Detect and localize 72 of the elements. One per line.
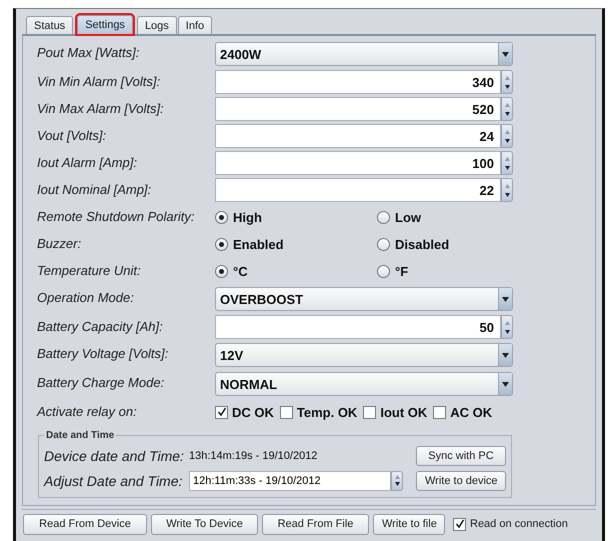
spinner-buttons[interactable] (391, 470, 403, 490)
field-label: Device date and Time: (44, 448, 185, 464)
checkbox[interactable] (453, 518, 466, 530)
field-label: Activate relay on: (37, 403, 138, 421)
number-field[interactable]: 340 (215, 70, 501, 94)
checkbox[interactable] (280, 406, 293, 418)
number-field[interactable]: 50 (215, 315, 501, 339)
dropdown[interactable]: NORMAL (215, 372, 513, 396)
spinner-buttons[interactable] (501, 124, 513, 148)
option-label: Low (395, 210, 421, 224)
checkbox-label: Read on connection (470, 518, 568, 530)
number-field[interactable]: 100 (215, 151, 501, 175)
radio-button[interactable] (215, 264, 228, 278)
spinner-buttons[interactable] (501, 97, 513, 121)
checkbox[interactable] (433, 406, 446, 418)
number-field[interactable]: 520 (215, 97, 501, 121)
option-label: Temp. OK (296, 404, 358, 420)
tab[interactable]: Status (26, 16, 74, 34)
field-label: Adjust Date and Time: (44, 472, 184, 488)
option-label: Enabled (233, 236, 284, 252)
field-label: Iout Alarm [Amp]: (37, 154, 138, 172)
option-label: Iout OK (380, 404, 428, 420)
field-label: Buzzer: (37, 235, 82, 253)
checkbox[interactable] (363, 406, 376, 418)
option-label: DC OK (232, 404, 274, 420)
sync-button[interactable]: Sync with PC (416, 446, 506, 466)
radio-button[interactable] (215, 238, 228, 250)
action-button[interactable]: Write to file (373, 514, 445, 534)
option-label: AC OK (450, 404, 492, 420)
action-button[interactable]: Write To Device (151, 514, 258, 534)
action-button[interactable]: Read From Device (23, 514, 147, 534)
field-label: Battery Capacity [Ah]: (37, 318, 164, 336)
checkbox[interactable] (215, 406, 228, 418)
tab[interactable]: Logs (136, 16, 177, 34)
radio-button[interactable] (215, 210, 228, 224)
group-title: Date and Time (45, 430, 116, 441)
field-label: Operation Mode: (37, 289, 135, 307)
field-label: Vout [Volts]: (37, 127, 108, 145)
spinner-buttons[interactable] (501, 70, 513, 94)
action-button[interactable]: Read From File (262, 514, 369, 534)
tab[interactable]: Settings (77, 15, 133, 34)
option-label: °C (233, 264, 248, 278)
caret-icon (502, 296, 509, 302)
dropdown[interactable]: 2400W (215, 42, 513, 66)
option-label: High (233, 210, 262, 224)
field-label: Battery Voltage [Volts]: (37, 345, 170, 363)
date-time-field[interactable]: 12h:11m:33s - 19/10/2012 (189, 470, 391, 490)
radio-button[interactable] (377, 264, 390, 278)
option-label: Disabled (395, 236, 450, 252)
spinner-buttons[interactable] (501, 178, 513, 202)
radio-button[interactable] (377, 210, 390, 224)
number-field[interactable]: 24 (215, 124, 501, 148)
field-label: Battery Charge Mode: (37, 374, 166, 392)
write-button[interactable]: Write to device (416, 470, 506, 490)
field-label: Pout Max [Watts]: (37, 44, 140, 62)
field-label: Temperature Unit: (37, 262, 142, 280)
field-label: Remote Shutdown Polarity: (37, 208, 196, 226)
field-label: Vin Max Alarm [Volts]: (37, 100, 165, 118)
option-label: °F (395, 264, 408, 278)
field-label: Vin Min Alarm [Volts]: (37, 73, 162, 91)
caret-icon (502, 382, 509, 386)
number-field[interactable]: 22 (215, 178, 501, 202)
field-label: Iout Nominal [Amp]: (37, 181, 152, 199)
spinner-buttons[interactable] (501, 315, 513, 339)
caret-icon (502, 52, 509, 56)
spinner-buttons[interactable] (501, 151, 513, 175)
device-date-time: 13h:14m:19s - 19/10/2012 (189, 450, 318, 462)
tab[interactable]: Info (178, 16, 212, 34)
dropdown[interactable]: OVERBOOST (215, 287, 513, 311)
radio-button[interactable] (377, 238, 390, 250)
caret-icon (502, 352, 509, 358)
dropdown[interactable]: 12V (215, 343, 513, 367)
